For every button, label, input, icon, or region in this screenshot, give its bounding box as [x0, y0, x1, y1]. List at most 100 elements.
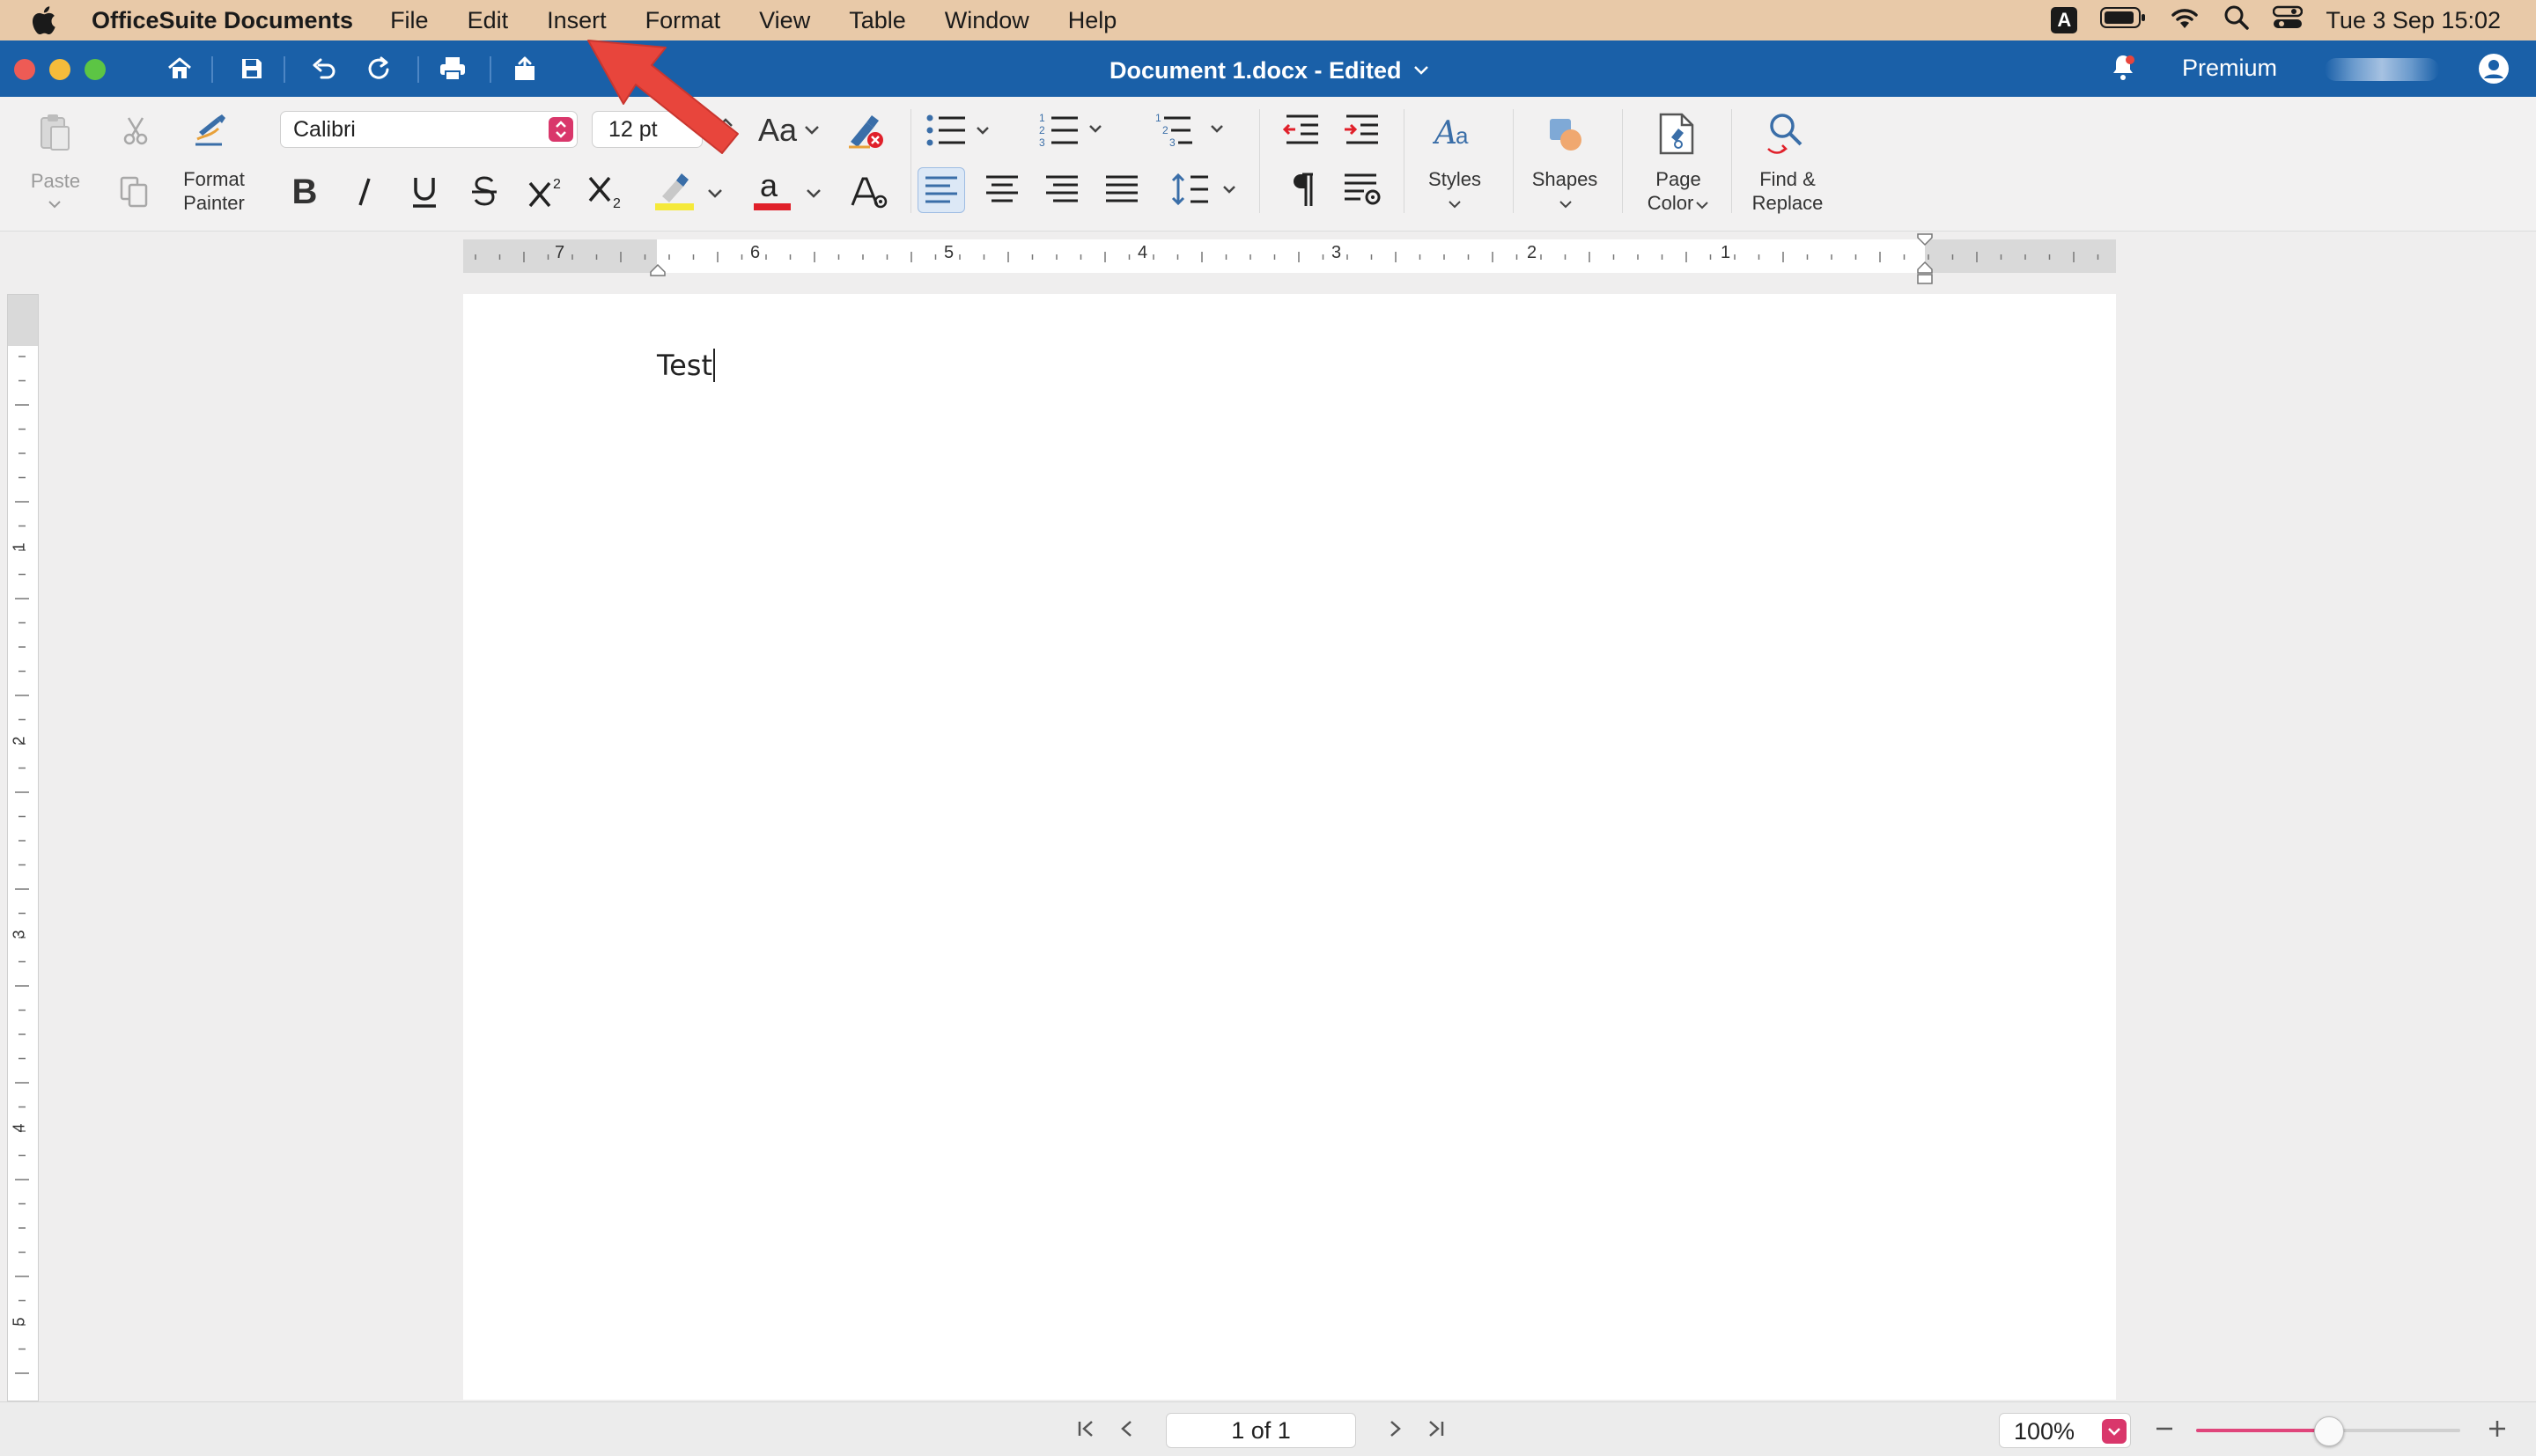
zoom-select[interactable]: 100% — [1999, 1413, 2131, 1448]
superscript-icon[interactable]: 2 — [525, 171, 569, 213]
menu-window[interactable]: Window — [945, 7, 1029, 34]
undo-icon[interactable] — [308, 53, 340, 85]
close-window-button[interactable] — [14, 59, 35, 80]
increase-indent-icon[interactable] — [1340, 111, 1384, 150]
find-replace-label-line1: Find & — [1759, 168, 1816, 190]
save-icon[interactable] — [236, 53, 268, 85]
svg-text:3: 3 — [1169, 136, 1176, 149]
styles-chevron-icon[interactable] — [1444, 195, 1465, 213]
input-source-icon[interactable]: A — [2051, 7, 2078, 33]
zoom-slider-thumb[interactable] — [2314, 1416, 2344, 1446]
paste-label[interactable]: Paste — [19, 169, 92, 193]
document-text-content: Test — [657, 349, 713, 382]
notification-bell-icon[interactable] — [2110, 53, 2136, 87]
left-indent-marker[interactable] — [650, 263, 666, 281]
ruler-number: 2 — [10, 736, 28, 746]
zoom-in-icon[interactable] — [2487, 1418, 2508, 1444]
home-icon[interactable] — [164, 53, 195, 85]
apple-logo-icon[interactable] — [30, 3, 65, 38]
clear-formatting-icon[interactable] — [844, 111, 888, 151]
multilevel-list-button[interactable]: 123 — [1154, 111, 1229, 150]
subscript-icon[interactable]: 2 — [585, 171, 629, 213]
next-page-icon[interactable] — [1386, 1418, 1404, 1444]
page-color-icon[interactable] — [1652, 109, 1701, 158]
premium-button[interactable]: Premium — [2182, 55, 2277, 82]
menu-insert[interactable]: Insert — [547, 7, 607, 34]
page-indicator[interactable]: 1 of 1 — [1166, 1413, 1356, 1448]
document-page[interactable]: Test — [463, 294, 2116, 1400]
svg-text:2: 2 — [1039, 124, 1045, 136]
decrease-indent-icon[interactable] — [1280, 111, 1324, 150]
user-avatar-icon[interactable] — [2478, 53, 2510, 89]
show-formatting-marks-icon[interactable] — [1280, 169, 1324, 210]
shapes-label[interactable]: Shapes — [1525, 167, 1604, 191]
numbered-list-button[interactable]: 123 — [1037, 111, 1108, 150]
vertical-ruler[interactable]: 1 2 3 4 5 — [7, 294, 39, 1401]
document-body-text[interactable]: Test — [657, 349, 716, 382]
share-icon[interactable] — [509, 53, 541, 85]
menu-table[interactable]: Table — [849, 7, 906, 34]
change-case-button[interactable]: Aa — [754, 111, 824, 150]
svg-text:A: A — [1433, 115, 1457, 151]
page-color-label[interactable]: Page Color — [1629, 167, 1728, 215]
bold-icon[interactable]: B — [285, 171, 324, 213]
line-spacing-button[interactable] — [1168, 169, 1247, 210]
menu-format[interactable]: Format — [645, 7, 721, 34]
minimize-window-button[interactable] — [49, 59, 70, 80]
highlight-color-icon[interactable] — [653, 167, 697, 213]
copy-icon[interactable] — [114, 173, 153, 211]
zoom-out-icon[interactable] — [2154, 1418, 2175, 1444]
menubar-clock[interactable]: Tue 3 Sep 15:02 — [2326, 7, 2501, 34]
highlight-chevron-icon[interactable] — [704, 185, 726, 202]
format-painter-label[interactable]: Format Painter — [167, 167, 261, 215]
italic-icon[interactable] — [345, 171, 384, 213]
cut-icon[interactable] — [118, 113, 153, 148]
font-color-chevron-icon[interactable] — [803, 185, 824, 202]
print-icon[interactable] — [437, 53, 468, 85]
font-family-select[interactable]: Calibri — [280, 111, 578, 148]
menu-file[interactable]: File — [390, 7, 429, 34]
paste-chevron-icon[interactable] — [44, 195, 65, 213]
menu-edit[interactable]: Edit — [468, 7, 509, 34]
svg-text:a: a — [760, 168, 778, 203]
strikethrough-icon[interactable] — [465, 171, 504, 213]
zoom-window-button[interactable] — [85, 59, 106, 80]
shapes-icon[interactable] — [1541, 111, 1590, 158]
wifi-icon[interactable] — [2169, 5, 2201, 36]
align-right-icon[interactable] — [1039, 167, 1085, 211]
account-name-blurred[interactable] — [2325, 58, 2439, 81]
svg-text:2: 2 — [553, 177, 561, 192]
document-title[interactable]: Document 1.docx - Edited — [1110, 55, 1429, 85]
paragraph-settings-icon[interactable] — [1340, 169, 1384, 210]
menu-view[interactable]: View — [759, 7, 810, 34]
font-family-stepper-icon[interactable] — [549, 117, 573, 142]
paste-icon[interactable] — [35, 111, 74, 153]
menu-help[interactable]: Help — [1068, 7, 1117, 34]
shapes-chevron-icon[interactable] — [1555, 195, 1576, 213]
find-replace-label[interactable]: Find & Replace — [1742, 167, 1833, 215]
justify-icon[interactable] — [1099, 167, 1145, 211]
first-page-icon[interactable] — [1076, 1418, 1097, 1444]
last-page-icon[interactable] — [1425, 1418, 1446, 1444]
previous-page-icon[interactable] — [1118, 1418, 1136, 1444]
styles-icon[interactable]: Aa — [1430, 111, 1479, 158]
align-left-icon[interactable] — [918, 167, 965, 213]
zoom-dropdown-icon[interactable] — [2102, 1419, 2127, 1444]
find-replace-icon[interactable] — [1759, 107, 1816, 158]
styles-label[interactable]: Styles — [1416, 167, 1493, 191]
control-center-icon[interactable] — [2273, 5, 2304, 36]
text-effects-icon[interactable] — [847, 171, 891, 213]
spotlight-search-icon[interactable] — [2223, 4, 2250, 37]
bullet-list-button[interactable] — [923, 111, 993, 150]
horizontal-ruler[interactable]: 7 6 5 4 3 2 1 — [463, 233, 2116, 284]
ruler-number: 1 — [1721, 243, 1731, 262]
zoom-slider[interactable] — [2196, 1416, 2460, 1446]
font-color-icon[interactable]: a — [750, 167, 794, 213]
battery-icon[interactable] — [2100, 6, 2146, 35]
right-indent-marker[interactable] — [1916, 232, 1934, 291]
align-center-icon[interactable] — [979, 167, 1025, 211]
redo-icon[interactable] — [363, 53, 394, 85]
app-name-menu[interactable]: OfficeSuite Documents — [92, 7, 353, 34]
underline-icon[interactable] — [405, 171, 444, 213]
format-painter-icon[interactable] — [190, 111, 236, 150]
